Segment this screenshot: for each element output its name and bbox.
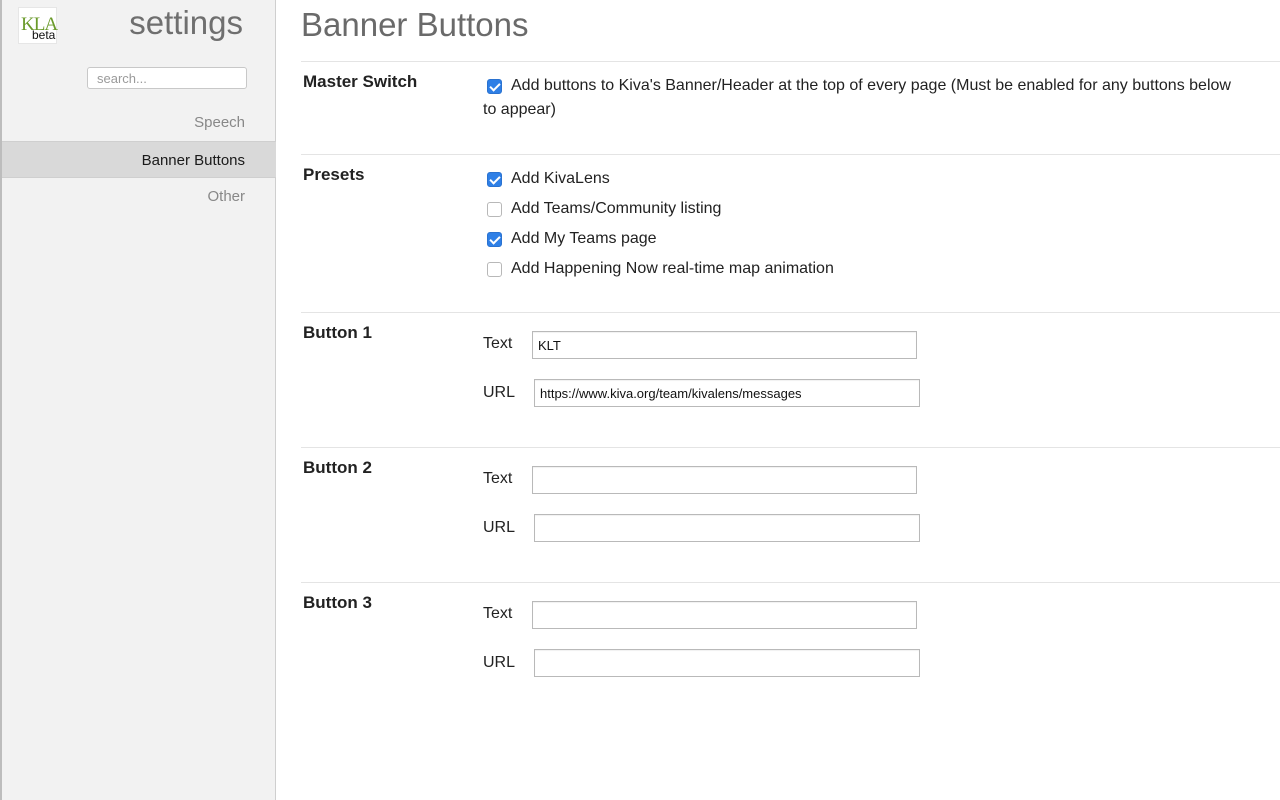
preset-teams-community-checkbox[interactable] bbox=[487, 202, 502, 217]
preset-teams-community-label: Add Teams/Community listing bbox=[511, 200, 722, 217]
sidebar-title: settings bbox=[129, 4, 243, 41]
button-1-text-label: Text bbox=[483, 335, 513, 352]
button-1-url-label: URL bbox=[483, 384, 516, 401]
button-3-label: Button 3 bbox=[303, 593, 372, 612]
preset-happening-now[interactable]: Add Happening Now real-time map animatio… bbox=[483, 257, 834, 281]
preset-my-teams-label: Add My Teams page bbox=[511, 230, 657, 247]
button-2-url-label: URL bbox=[483, 519, 516, 536]
button-1-url-input[interactable] bbox=[534, 379, 920, 407]
master-switch-text: Add buttons to Kiva's Banner/Header at t… bbox=[483, 77, 1231, 118]
preset-my-teams[interactable]: Add My Teams page bbox=[483, 227, 657, 251]
button-3-url-input[interactable] bbox=[534, 649, 920, 677]
preset-kivalens-checkbox[interactable] bbox=[487, 172, 502, 187]
sidebar-nav: Speech Banner Buttons Other bbox=[2, 104, 276, 215]
preset-happening-now-label: Add Happening Now real-time map animatio… bbox=[511, 260, 834, 277]
logo-beta-label: beta bbox=[32, 28, 56, 42]
button-3-url-label: URL bbox=[483, 654, 516, 671]
preset-teams-community[interactable]: Add Teams/Community listing bbox=[483, 197, 721, 221]
preset-kivalens-label: Add KivaLens bbox=[511, 170, 610, 187]
section-button-1: Button 1 Text URL bbox=[301, 312, 1280, 447]
sidebar-item-other[interactable]: Other bbox=[2, 178, 276, 215]
kla-logo: KLA beta bbox=[18, 7, 58, 44]
preset-kivalens[interactable]: Add KivaLens bbox=[483, 167, 610, 191]
main-content: Banner Buttons Master Switch Add buttons… bbox=[276, 0, 1280, 800]
presets-label: Presets bbox=[303, 165, 365, 184]
section-presets: Presets Add KivaLens Add Teams/Community… bbox=[301, 154, 1280, 312]
preset-my-teams-checkbox[interactable] bbox=[487, 232, 502, 247]
button-2-url-input[interactable] bbox=[534, 514, 920, 542]
page-title: Banner Buttons bbox=[301, 6, 529, 43]
button-2-text-label: Text bbox=[483, 470, 513, 487]
section-master-switch: Master Switch Add buttons to Kiva's Bann… bbox=[301, 61, 1280, 154]
sidebar: KLA beta settings Speech Banner Buttons … bbox=[0, 0, 276, 800]
sidebar-item-speech[interactable]: Speech bbox=[2, 104, 276, 141]
section-button-3: Button 3 Text URL bbox=[301, 582, 1280, 717]
search-input[interactable] bbox=[87, 67, 247, 89]
preset-happening-now-checkbox[interactable] bbox=[487, 262, 502, 277]
button-2-label: Button 2 bbox=[303, 458, 372, 477]
section-button-2: Button 2 Text URL bbox=[301, 447, 1280, 582]
button-1-text-input[interactable] bbox=[532, 331, 917, 359]
button-3-text-input[interactable] bbox=[532, 601, 917, 629]
button-1-label: Button 1 bbox=[303, 323, 372, 342]
button-3-text-label: Text bbox=[483, 605, 513, 622]
button-2-text-input[interactable] bbox=[532, 466, 917, 494]
sidebar-item-banner-buttons[interactable]: Banner Buttons bbox=[2, 141, 276, 178]
master-switch-label: Master Switch bbox=[303, 72, 418, 91]
